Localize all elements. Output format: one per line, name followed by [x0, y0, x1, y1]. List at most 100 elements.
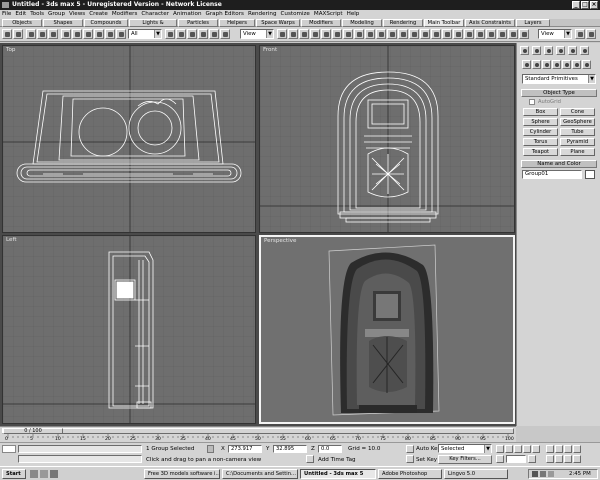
select-by-name-icon[interactable]: [72, 29, 82, 39]
menu-create[interactable]: Create: [87, 11, 110, 17]
tab-helpers[interactable]: Helpers: [219, 19, 255, 27]
pan-icon[interactable]: [555, 455, 563, 463]
quick-render-icon[interactable]: [431, 29, 441, 39]
select-rotate-icon[interactable]: [165, 29, 175, 39]
hierarchy-tab-icon[interactable]: [544, 46, 553, 55]
motion-tab-icon[interactable]: [556, 46, 565, 55]
close-button[interactable]: ×: [590, 1, 598, 9]
bind-space-warp-icon[interactable]: [48, 29, 58, 39]
tab-space-warps[interactable]: Space Warps: [256, 19, 300, 27]
plane-button[interactable]: Plane: [560, 148, 595, 156]
menu-views[interactable]: Views: [67, 11, 87, 17]
start-button[interactable]: Start: [2, 469, 26, 479]
task-lingvo[interactable]: Lingvo 5.0: [444, 469, 508, 479]
select-link-icon[interactable]: [26, 29, 36, 39]
object-color-swatch[interactable]: [585, 170, 595, 179]
sphere-button[interactable]: Sphere: [523, 118, 558, 126]
tab-lights-cameras[interactable]: Lights & Cameras: [129, 19, 177, 33]
viewport-perspective[interactable]: Perspective: [259, 235, 515, 424]
pyramid-button[interactable]: Pyramid: [560, 138, 595, 146]
z-coord-field[interactable]: 0.0: [318, 445, 342, 453]
menu-rendering[interactable]: Rendering: [246, 11, 279, 17]
render-type-icon[interactable]: [442, 29, 452, 39]
quick-launch-ie-icon[interactable]: [30, 470, 38, 478]
menu-tools[interactable]: Tools: [28, 11, 46, 17]
play-icon[interactable]: [514, 445, 522, 453]
effects-icon[interactable]: [486, 29, 496, 39]
name-and-color-rollout[interactable]: Name and Color: [521, 160, 597, 168]
named-selection-icon[interactable]: [343, 29, 353, 39]
use-pivot-icon[interactable]: [277, 29, 287, 39]
region-select-icon[interactable]: [83, 29, 93, 39]
quick-launch-outlook-icon[interactable]: [50, 470, 58, 478]
angle-snap-icon[interactable]: [310, 29, 320, 39]
environment-icon[interactable]: [475, 29, 485, 39]
video-post-icon[interactable]: [497, 29, 507, 39]
move-icon[interactable]: [187, 29, 197, 39]
snap-icon[interactable]: [105, 29, 115, 39]
systems-icon[interactable]: [582, 60, 591, 69]
layer-manager-icon[interactable]: [376, 29, 386, 39]
select-object-icon[interactable]: [61, 29, 71, 39]
task-documents-and-settings[interactable]: C:\Documents and Settin...: [222, 469, 298, 479]
menu-group[interactable]: Group: [46, 11, 67, 17]
window-crossing-icon[interactable]: [94, 29, 104, 39]
viewport-top[interactable]: Top: [2, 45, 256, 233]
menu-file[interactable]: File: [0, 11, 13, 17]
tab-compounds[interactable]: Compounds: [84, 19, 128, 27]
object-type-rollout[interactable]: Object Type: [521, 89, 597, 97]
geosphere-button[interactable]: GeoSphere: [560, 118, 595, 126]
lock-selection-icon[interactable]: [207, 445, 214, 453]
tray-speaker-icon[interactable]: [540, 471, 546, 477]
auto-key-icon[interactable]: [406, 445, 414, 453]
tab-particles[interactable]: Particles: [178, 19, 218, 27]
viewport-top-label[interactable]: Top: [6, 47, 15, 53]
arc-rotate-icon[interactable]: [564, 455, 572, 463]
tab-modifiers[interactable]: Modifiers: [301, 19, 341, 27]
menu-character[interactable]: Character: [139, 11, 171, 17]
mirror-icon[interactable]: [354, 29, 364, 39]
selection-filter-dropdown[interactable]: All ▼: [128, 29, 162, 39]
modify-tab-icon[interactable]: [532, 46, 541, 55]
helpers-icon[interactable]: [562, 60, 571, 69]
scale-icon[interactable]: [209, 29, 219, 39]
teapot-render-icon[interactable]: [575, 29, 585, 39]
render-scene-icon[interactable]: [420, 29, 430, 39]
key-mode-toggle-icon[interactable]: [496, 455, 504, 463]
reference-coordinate-dropdown[interactable]: View ▼: [240, 29, 274, 39]
manipulate-icon[interactable]: [288, 29, 298, 39]
named-selection-dropdown[interactable]: View ▼: [538, 29, 572, 39]
viewport-front-label[interactable]: Front: [263, 47, 277, 53]
percent-snap-icon[interactable]: [321, 29, 331, 39]
quick-launch-desktop-icon[interactable]: [40, 470, 48, 478]
tab-axis-constraints[interactable]: Axis Constraints: [465, 19, 515, 27]
teapot-button[interactable]: Teapot: [523, 148, 558, 156]
tab-shapes[interactable]: Shapes: [43, 19, 83, 27]
align-icon[interactable]: [365, 29, 375, 39]
tab-modeling[interactable]: Modeling: [342, 19, 382, 27]
tab-objects[interactable]: Objects: [2, 19, 42, 27]
zoom-extents-all-icon[interactable]: [573, 445, 581, 453]
torus-button[interactable]: Torus: [523, 138, 558, 146]
key-mode-dropdown[interactable]: Selected ▼: [438, 444, 492, 453]
maxscript-mini-listener[interactable]: [18, 445, 142, 453]
lights-icon[interactable]: [542, 60, 551, 69]
add-time-tag[interactable]: Add Time Tag: [318, 457, 356, 463]
time-configuration-icon[interactable]: [528, 455, 536, 463]
spinner-snap-icon[interactable]: [332, 29, 342, 39]
menu-customize[interactable]: Customize: [279, 11, 312, 17]
space-warps-icon[interactable]: [572, 60, 581, 69]
object-name-field[interactable]: Group01: [522, 170, 582, 179]
material-editor-icon[interactable]: [409, 29, 419, 39]
task-adobe-photoshop[interactable]: Adobe Photoshop: [378, 469, 442, 479]
y-coord-field[interactable]: 32.895: [273, 445, 307, 453]
tab-main-toolbar[interactable]: Main Toolbar: [424, 19, 464, 27]
display-tab-icon[interactable]: [568, 46, 577, 55]
menu-maxscript[interactable]: MAXScript: [312, 11, 345, 17]
cameras-icon[interactable]: [552, 60, 561, 69]
undo-icon[interactable]: [2, 29, 12, 39]
field-of-view-icon[interactable]: [546, 455, 554, 463]
viewport-perspective-label[interactable]: Perspective: [264, 238, 296, 244]
go-to-start-icon[interactable]: [496, 445, 504, 453]
zoom-all-icon[interactable]: [555, 445, 563, 453]
